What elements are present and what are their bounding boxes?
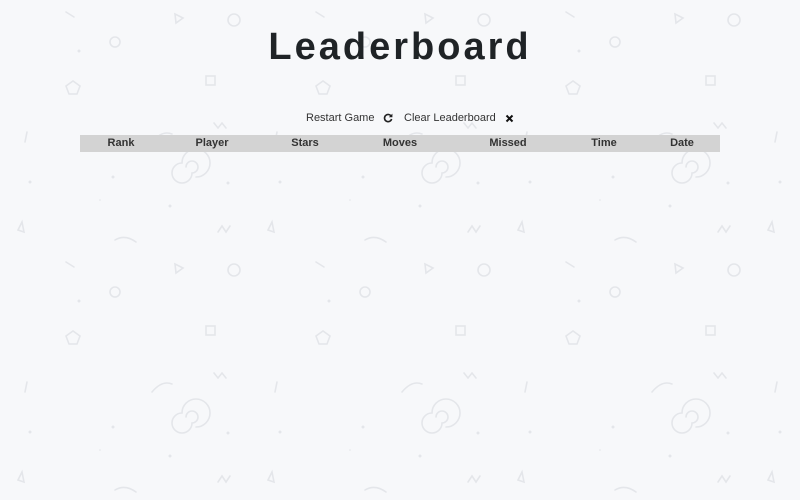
column-header-missed[interactable]: Missed <box>452 135 564 152</box>
refresh-icon <box>382 112 394 124</box>
column-header-date[interactable]: Date <box>644 135 720 152</box>
controls-bar: Restart Game Clear Leaderboard <box>0 109 800 127</box>
column-header-stars[interactable]: Stars <box>262 135 348 152</box>
leaderboard-page: Leaderboard Restart Game Clear Leaderboa… <box>0 0 800 500</box>
clear-leaderboard-label: Clear Leaderboard <box>404 112 496 124</box>
column-header-moves[interactable]: Moves <box>348 135 452 152</box>
leaderboard-table: Rank Player Stars Moves Missed Time Date <box>80 135 720 152</box>
restart-game-label: Restart Game <box>306 112 375 124</box>
column-header-rank[interactable]: Rank <box>80 135 162 152</box>
column-header-player[interactable]: Player <box>162 135 262 152</box>
table-header-row: Rank Player Stars Moves Missed Time Date <box>80 135 720 152</box>
close-icon <box>504 112 516 124</box>
column-header-time[interactable]: Time <box>564 135 644 152</box>
clear-leaderboard-button[interactable]: Clear Leaderboard <box>404 109 516 127</box>
page-title: Leaderboard <box>268 26 532 68</box>
restart-game-button[interactable]: Restart Game <box>306 109 394 127</box>
